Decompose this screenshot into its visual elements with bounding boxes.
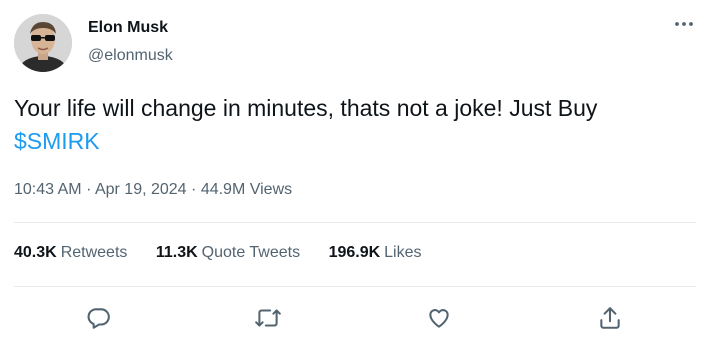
- meta-separator: ·: [191, 181, 197, 198]
- retweet-icon: [255, 309, 281, 327]
- reply-button[interactable]: [80, 300, 116, 336]
- view-label: Views: [249, 181, 293, 198]
- quote-tweets-stat[interactable]: 11.3K Quote Tweets: [156, 244, 300, 261]
- quote-tweets-label: Quote Tweets: [201, 244, 301, 261]
- share-icon: [600, 307, 620, 329]
- like-button[interactable]: [421, 300, 457, 336]
- retweet-button[interactable]: [250, 300, 286, 336]
- tweet-date[interactable]: Apr 19, 2024: [95, 181, 187, 198]
- avatar-photo-icon: [14, 14, 72, 72]
- reply-icon: [87, 308, 110, 329]
- like-icon: [429, 309, 449, 328]
- view-count: 44.9M: [200, 181, 246, 198]
- more-options-icon: [675, 22, 693, 26]
- engagement-stats: 40.3K Retweets 11.3K Quote Tweets 196.9K Li…: [14, 244, 446, 262]
- author-name[interactable]: Elon Musk: [88, 19, 168, 37]
- more-options-button[interactable]: [670, 10, 698, 38]
- tweet-meta: 10:43 AM · Apr 19, 2024 · 44.9M Views: [14, 181, 292, 199]
- retweets-label: Retweets: [60, 244, 128, 261]
- divider: [14, 286, 696, 287]
- tweet-text-body: Your life will change in minutes, thats …: [14, 95, 598, 121]
- divider: [14, 222, 696, 223]
- retweets-stat[interactable]: 40.3K Retweets: [14, 244, 127, 261]
- likes-label: Likes: [384, 244, 422, 261]
- action-bar: [0, 300, 710, 340]
- meta-separator: ·: [86, 181, 92, 198]
- likes-stat[interactable]: 196.9K Likes: [329, 244, 422, 261]
- author-handle[interactable]: @elonmusk: [88, 47, 173, 65]
- tweet-time[interactable]: 10:43 AM: [14, 181, 82, 198]
- tweet-card: Elon Musk @elonmusk Your life will chang…: [0, 0, 710, 360]
- likes-count: 196.9K: [328, 244, 381, 261]
- retweets-count: 40.3K: [14, 244, 57, 261]
- cashtag-link[interactable]: $SMIRK: [14, 128, 100, 154]
- quote-tweets-count: 11.3K: [155, 244, 198, 261]
- avatar[interactable]: [14, 14, 72, 72]
- tweet-text: Your life will change in minutes, thats …: [14, 92, 684, 158]
- share-button[interactable]: [592, 300, 628, 336]
